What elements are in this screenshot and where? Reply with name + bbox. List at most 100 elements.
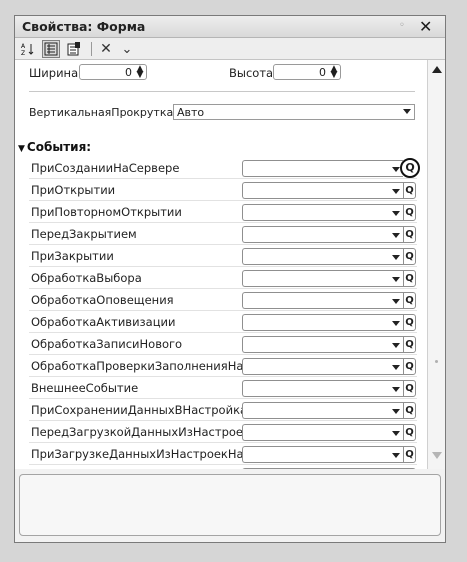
properties-panel: Ширина 0 ▲ ▼ Высота 0 ▲ ▼ ВертикальнаяПрок… <box>15 60 427 469</box>
scroll-thumb[interactable] <box>435 360 438 363</box>
delete-icon[interactable]: ✕ <box>97 40 115 58</box>
open-handler-icon[interactable]: Q <box>403 424 416 441</box>
event-row: ОбработкаВыбора Q <box>15 267 427 289</box>
event-label: ПриСохраненииДанныхВНастройкахI <box>31 403 243 417</box>
dropdown-arrow-icon[interactable] <box>390 182 403 199</box>
toolbar: AZ ✕ ⌄ <box>15 38 445 60</box>
event-handler-field[interactable] <box>242 358 390 375</box>
stepper-icon[interactable]: ▲ ▼ <box>136 65 144 80</box>
event-handler-field[interactable] <box>242 380 390 397</box>
menu-chevron-icon[interactable]: ⌄ <box>118 40 136 58</box>
event-row: ПриСохраненииДанныхВНастройкахI Q <box>15 399 427 421</box>
event-label: ОбработкаВыбора <box>31 271 142 285</box>
sort-alphabetical-icon[interactable]: AZ <box>19 40 37 58</box>
width-label: Ширина <box>29 66 79 80</box>
event-label: ПриПовторномОткрытии <box>31 205 182 219</box>
event-label: ВнешнееСобытие <box>31 381 139 395</box>
svg-text:A: A <box>21 43 26 50</box>
window-title: Свойства: Форма <box>22 19 146 34</box>
scroll-up-icon[interactable] <box>432 66 442 73</box>
event-row: ПередЗагрузкойДанныхИзНастроекI Q <box>15 421 427 443</box>
dropdown-arrow-icon[interactable] <box>403 109 411 114</box>
event-handler-field[interactable] <box>242 270 390 287</box>
event-handler-field[interactable] <box>242 314 390 331</box>
event-label: ПриЗакрытии <box>31 249 114 263</box>
height-field[interactable]: 0 ▲ ▼ <box>273 64 341 80</box>
dropdown-arrow-icon[interactable] <box>390 292 403 309</box>
open-handler-icon[interactable]: Q <box>403 336 416 353</box>
event-row: ОбработкаНавигационнойСсылкиQ <box>15 465 427 469</box>
event-label: ОбработкаПроверкиЗаполненияНаСе <box>31 359 243 373</box>
event-row: ОбработкаЗаписиНового Q <box>15 333 427 355</box>
height-value: 0 <box>319 66 326 79</box>
event-handler-field[interactable] <box>242 204 390 221</box>
pin-icon[interactable]: ◦ <box>399 20 405 31</box>
open-handler-icon[interactable]: Q <box>403 226 416 243</box>
vscroll-value: Авто <box>177 106 205 119</box>
event-row: ВнешнееСобытие Q <box>15 377 427 399</box>
event-handler-field[interactable] <box>242 424 390 441</box>
dropdown-arrow-icon[interactable] <box>390 248 403 265</box>
event-handler-field[interactable] <box>242 292 390 309</box>
event-handler-field[interactable] <box>242 182 390 199</box>
vscroll-select[interactable]: Авто <box>173 104 415 120</box>
event-label: ПриОткрытии <box>31 183 116 197</box>
svg-text:Z: Z <box>21 50 25 56</box>
open-handler-icon[interactable]: Q <box>403 358 416 375</box>
event-handler-field[interactable] <box>242 468 390 469</box>
dropdown-arrow-icon[interactable] <box>390 270 403 287</box>
event-handler-field[interactable] <box>242 226 390 243</box>
event-row: ПриЗагрузкеДанныхИзНастроекНаСе Q <box>15 443 427 465</box>
scroll-down-icon[interactable] <box>432 452 442 459</box>
event-label: ПередЗагрузкойДанныхИзНастроекI <box>31 425 243 439</box>
dropdown-arrow-icon[interactable] <box>390 336 403 353</box>
dropdown-arrow-icon[interactable] <box>390 358 403 375</box>
close-icon[interactable]: ✕ <box>419 17 432 36</box>
properties-list-icon[interactable] <box>65 40 83 58</box>
event-handler-field[interactable] <box>242 336 390 353</box>
event-row: ПриСозданииНаСервере Q <box>15 157 427 179</box>
width-field[interactable]: 0 ▲ ▼ <box>79 64 147 80</box>
event-handler-field[interactable] <box>242 248 390 265</box>
dropdown-arrow-icon[interactable] <box>390 204 403 221</box>
event-row: ПриЗакрытии Q <box>15 245 427 267</box>
stepper-icon[interactable]: ▲ ▼ <box>330 65 338 80</box>
dropdown-arrow-icon[interactable] <box>390 314 403 331</box>
open-handler-icon[interactable]: Q <box>403 292 416 309</box>
height-label: Высота <box>229 66 274 80</box>
vertical-scrollbar[interactable] <box>427 60 445 469</box>
divider <box>29 91 415 92</box>
events-section-header[interactable]: ▼ События: <box>18 140 91 154</box>
dropdown-arrow-icon[interactable] <box>390 446 403 463</box>
event-row: ПриПовторномОткрытии Q <box>15 201 427 223</box>
event-row: ПередЗакрытием Q <box>15 223 427 245</box>
open-handler-icon[interactable]: Q <box>403 380 416 397</box>
event-row: ОбработкаАктивизации Q <box>15 311 427 333</box>
open-handler-icon[interactable]: Q <box>403 182 416 199</box>
event-row: ПриОткрытии Q <box>15 179 427 201</box>
event-handler-field[interactable] <box>242 446 390 463</box>
description-panel <box>19 474 441 536</box>
dropdown-arrow-icon[interactable] <box>390 468 403 469</box>
dropdown-arrow-icon[interactable] <box>390 424 403 441</box>
event-label: ПередЗакрытием <box>31 227 137 241</box>
open-handler-icon[interactable]: Q <box>403 402 416 419</box>
open-handler-icon[interactable]: Q <box>403 314 416 331</box>
open-handler-icon[interactable]: Q <box>403 204 416 221</box>
open-handler-icon[interactable]: Q <box>403 468 416 469</box>
events-section-label: События: <box>26 140 92 154</box>
open-handler-icon[interactable]: Q <box>403 248 416 265</box>
categories-icon[interactable] <box>42 40 60 58</box>
event-handler-field[interactable] <box>242 160 390 177</box>
title-bar[interactable]: Свойства: Форма ◦ ✕ <box>15 16 445 38</box>
open-handler-icon[interactable]: Q <box>400 158 420 178</box>
dropdown-arrow-icon[interactable] <box>390 380 403 397</box>
dropdown-arrow-icon[interactable] <box>390 226 403 243</box>
dropdown-arrow-icon[interactable] <box>390 402 403 419</box>
event-handler-field[interactable] <box>242 402 390 419</box>
open-handler-icon[interactable]: Q <box>403 270 416 287</box>
vscroll-label: ВертикальнаяПрокрутка <box>29 106 174 119</box>
collapse-triangle-icon[interactable]: ▼ <box>18 144 25 154</box>
width-value: 0 <box>125 66 132 79</box>
open-handler-icon[interactable]: Q <box>403 446 416 463</box>
